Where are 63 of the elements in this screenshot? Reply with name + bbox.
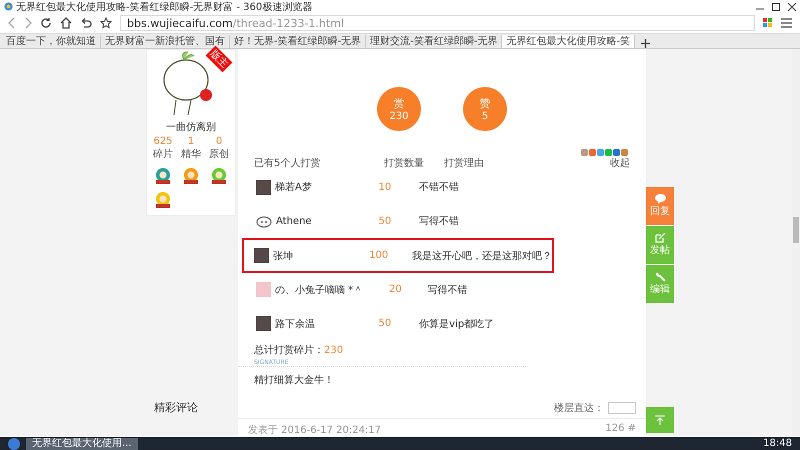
column-header: 打赏理由 <box>444 156 485 170</box>
close-icon[interactable] <box>788 2 796 10</box>
reward-amount: 10 <box>377 182 392 193</box>
taskbar-window-button[interactable]: 无界红包最大化使用... <box>26 438 138 450</box>
undo-icon[interactable] <box>80 17 92 29</box>
browser-tab[interactable]: 无界红包最大化使用攻略-笑 <box>502 35 636 48</box>
stat-value: 625 <box>153 136 173 147</box>
stat-label: 碎片 <box>153 148 173 161</box>
clock: 18:48 <box>763 438 792 449</box>
reward-reason: 你算是vip都吃了 <box>419 318 496 331</box>
column-header: 已有5个人打赏 <box>254 156 322 170</box>
total-label: 总计打赏碎片： <box>254 345 324 356</box>
user-name[interactable]: 张坤 <box>273 248 293 262</box>
reward-amount: 100 <box>368 250 390 261</box>
wrench-icon <box>654 272 666 282</box>
floor-input[interactable] <box>608 402 636 414</box>
reward-amount: 50 <box>377 216 392 227</box>
stat-label: 精华 <box>181 148 201 161</box>
medal-icon <box>154 191 172 209</box>
reward-amount: 20 <box>388 284 403 296</box>
user-name[interactable]: 路下余温 <box>275 316 315 331</box>
reward-reason: 不错不错 <box>419 181 460 194</box>
reward-reason: 写得不错 <box>427 284 468 297</box>
medal-icon <box>154 167 172 185</box>
star-icon[interactable] <box>100 17 112 29</box>
browser-logo-icon <box>4 2 13 11</box>
home-icon[interactable] <box>60 17 72 29</box>
username[interactable]: 一曲仿离别 <box>166 120 216 134</box>
scrollbar-thumb[interactable] <box>793 217 799 243</box>
reward-reason: 我是这开心吧，还是这那对吧？ <box>412 250 552 262</box>
reward-reason: 写得不错 <box>419 215 460 228</box>
speech-bubble-icon <box>654 194 666 204</box>
user-name[interactable]: Athene <box>276 216 312 227</box>
forward-icon[interactable] <box>24 17 32 29</box>
collapse-link[interactable]: 收起 <box>610 156 630 170</box>
user-name[interactable]: 梯若A梦 <box>275 180 312 194</box>
browser-tab[interactable]: 好！无界-笑看红绿郎瞬-无界 <box>230 35 366 48</box>
post-time: 发表于 2016-6-17 20:24:17 <box>248 424 382 438</box>
signature-text: 精打细算大金牛！ <box>253 374 335 388</box>
medal-icon <box>182 167 200 185</box>
start-button[interactable] <box>8 438 20 450</box>
apps-icon[interactable] <box>763 18 773 28</box>
menu-icon[interactable] <box>781 18 792 28</box>
stat-label: 原创 <box>209 148 229 161</box>
browser-tab[interactable]: 百度一下，你就知道 <box>2 35 101 48</box>
back-to-top-button[interactable] <box>646 407 674 433</box>
floor-number: 126 # <box>605 423 636 436</box>
address-field[interactable]: bbs.wujiecaifu.com/thread-1233-1.html <box>120 15 755 31</box>
arrow-up-icon <box>655 415 665 425</box>
reward-amount: 50 <box>377 318 392 330</box>
comments-heading: 精彩评论 <box>153 400 199 415</box>
total-value: 230 <box>324 345 344 356</box>
back-icon[interactable] <box>8 17 16 29</box>
jump-label: 楼层直达： <box>554 402 604 416</box>
stat-value: 0 <box>216 136 222 147</box>
edit-icon <box>654 233 666 243</box>
maximize-icon[interactable] <box>772 2 780 10</box>
reload-icon[interactable] <box>40 17 52 29</box>
stat-value: 1 <box>188 136 194 147</box>
column-header: 打赏数量 <box>383 156 425 170</box>
user-name[interactable]: の、小兔子嘀嘀 *＾ <box>275 282 364 297</box>
window-title: 无界红包最大化使用攻略-笑看红绿郎瞬-无界财富 - 360极速浏览器 <box>16 0 312 14</box>
medal-icon <box>210 167 228 185</box>
